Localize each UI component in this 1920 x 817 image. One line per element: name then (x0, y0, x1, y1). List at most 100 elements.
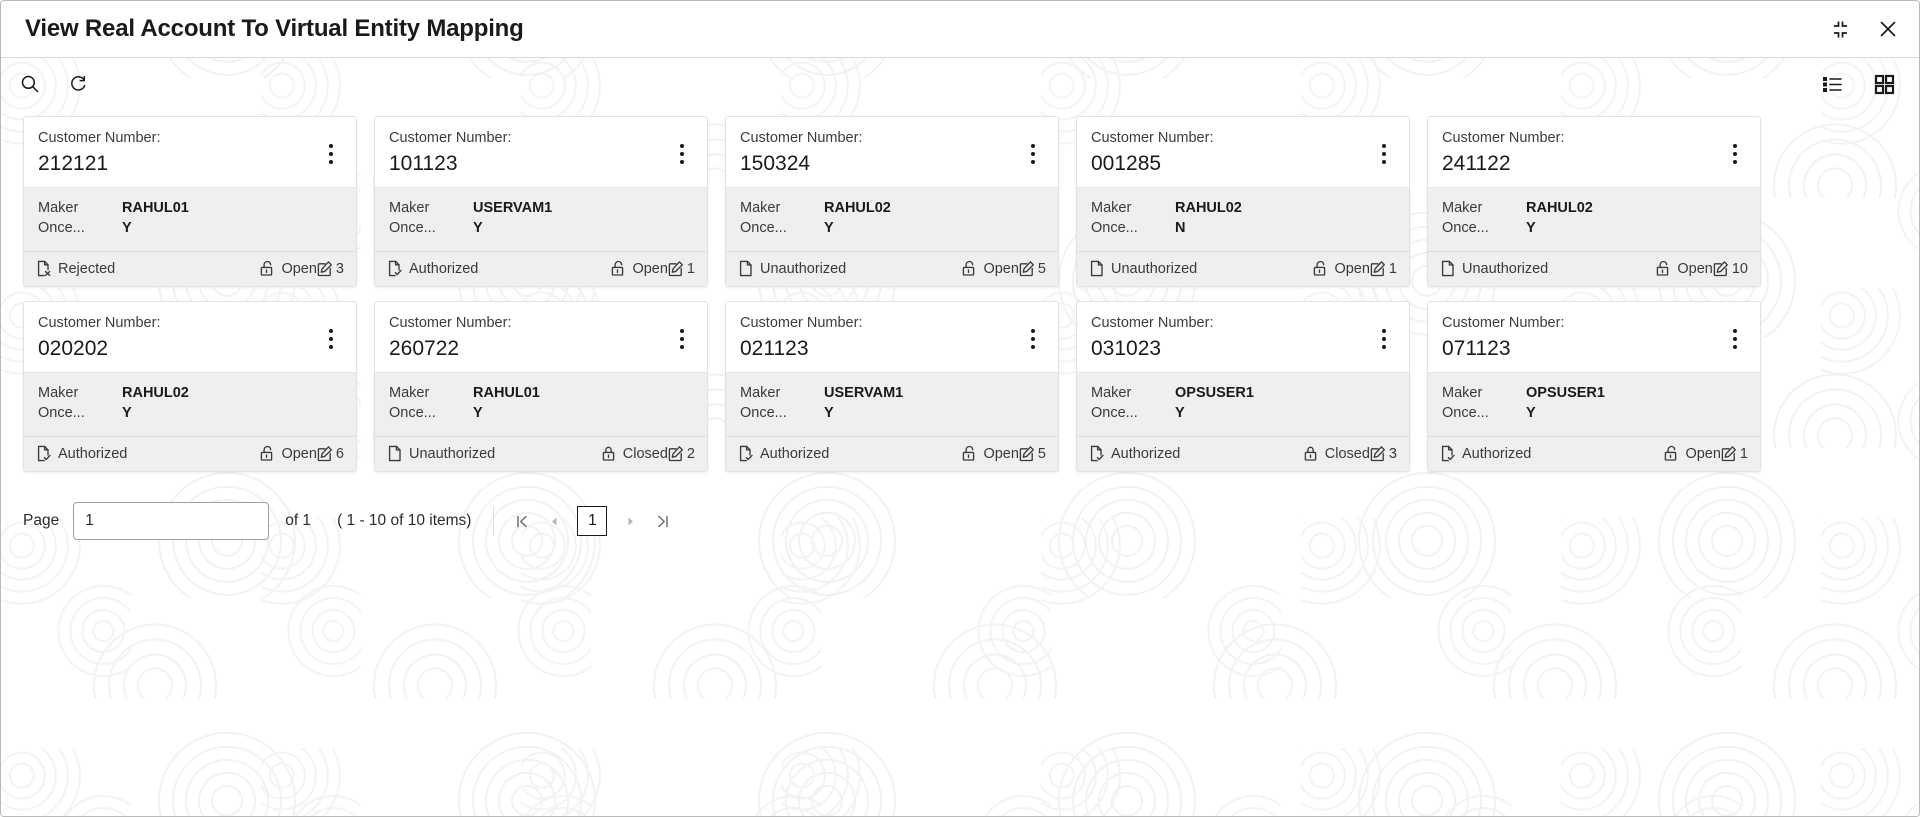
once-row: Once...Y (740, 218, 1044, 239)
maker-row: MakerUSERVAM1 (740, 383, 1044, 404)
status-badge: Authorized (1440, 445, 1663, 462)
modification-count[interactable]: 1 (1721, 445, 1748, 462)
entity-mapping-card[interactable]: Customer Number:260722MakerRAHUL01Once..… (374, 301, 708, 472)
card-menu-button[interactable] (320, 139, 342, 169)
application-window: View Real Account To Virtual Entity Mapp… (0, 0, 1920, 817)
modification-count[interactable]: 3 (1370, 445, 1397, 462)
minimize-button[interactable] (1827, 16, 1853, 42)
edit-icon (1713, 260, 1729, 277)
entity-mapping-card[interactable]: Customer Number:101123MakerUSERVAM1Once.… (374, 116, 708, 287)
unlock-icon (259, 260, 275, 277)
list-view-button[interactable] (1817, 69, 1847, 99)
unlock-icon (961, 445, 977, 462)
entity-mapping-card[interactable]: Customer Number:241122MakerRAHUL02Once..… (1427, 116, 1761, 287)
card-menu-button[interactable] (320, 324, 342, 354)
edit-icon (668, 260, 684, 277)
previous-page-button[interactable] (540, 506, 568, 536)
lock-badge: Open (610, 260, 667, 277)
card-header-text: Customer Number:031023 (1091, 314, 1373, 362)
count-text: 1 (1740, 446, 1748, 462)
card-header-text: Customer Number:071123 (1442, 314, 1724, 362)
once-label: Once... (1091, 218, 1175, 239)
edit-icon (1721, 445, 1737, 462)
search-button[interactable] (15, 69, 45, 99)
card-menu-button[interactable] (671, 324, 693, 354)
unlock-icon (610, 260, 626, 277)
status-text: Authorized (409, 261, 478, 277)
last-page-button[interactable] (648, 506, 676, 536)
document-icon (738, 260, 754, 277)
document-icon (1440, 260, 1456, 277)
total-pages-text: of 1 (285, 512, 311, 530)
lock-badge: Open (961, 260, 1018, 277)
card-body: MakerOPSUSER1Once...Y (1077, 372, 1409, 436)
card-header: Customer Number:260722 (375, 302, 707, 372)
lock-badge: Open (259, 260, 316, 277)
kebab-dot (1382, 345, 1386, 349)
customer-number-label: Customer Number: (38, 314, 320, 334)
entity-mapping-card[interactable]: Customer Number:212121MakerRAHUL01Once..… (23, 116, 357, 287)
customer-number-value: 071123 (1442, 335, 1724, 362)
card-menu-button[interactable] (1022, 139, 1044, 169)
card-menu-button[interactable] (1724, 324, 1746, 354)
once-label: Once... (389, 403, 473, 424)
lock-badge: Closed (1303, 445, 1370, 462)
item-range-text: ( 1 - 10 of 10 items) (337, 512, 471, 530)
toolbar-left-group (15, 69, 93, 99)
maker-label: Maker (1442, 383, 1526, 404)
close-button[interactable] (1875, 16, 1901, 42)
modification-count[interactable]: 1 (668, 260, 695, 277)
kebab-dot (1031, 329, 1035, 333)
card-footer: RejectedOpen3 (24, 251, 356, 286)
modification-count[interactable]: 5 (1019, 260, 1046, 277)
status-text: Unauthorized (409, 446, 495, 462)
once-value: Y (1526, 218, 1536, 239)
customer-number-value: 212121 (38, 150, 320, 177)
entity-mapping-card[interactable]: Customer Number:020202MakerRAHUL02Once..… (23, 301, 357, 472)
page-1-button[interactable]: 1 (577, 506, 607, 536)
card-menu-button[interactable] (1724, 139, 1746, 169)
entity-mapping-card[interactable]: Customer Number:001285MakerRAHUL02Once..… (1076, 116, 1410, 287)
count-text: 3 (1389, 446, 1397, 462)
customer-number-label: Customer Number: (1442, 129, 1724, 149)
customer-number-value: 020202 (38, 335, 320, 362)
entity-mapping-card[interactable]: Customer Number:150324MakerRAHUL02Once..… (725, 116, 1059, 287)
card-menu-button[interactable] (1373, 139, 1395, 169)
card-menu-button[interactable] (1373, 324, 1395, 354)
customer-number-label: Customer Number: (1091, 129, 1373, 149)
title-bar: View Real Account To Virtual Entity Mapp… (1, 1, 1919, 58)
page-label: Page (23, 512, 59, 530)
entity-mapping-card[interactable]: Customer Number:071123 MakerOPSUSER1Once.… (1427, 301, 1761, 472)
count-text: 2 (687, 446, 695, 462)
status-badge: Rejected (36, 260, 259, 277)
once-value: N (1175, 218, 1185, 239)
card-header-text: Customer Number:020202 (38, 314, 320, 362)
once-label: Once... (740, 403, 824, 424)
edit-icon (1019, 260, 1035, 277)
card-menu-button[interactable] (1022, 324, 1044, 354)
card-header-text: Customer Number:150324 (740, 129, 1022, 177)
grid-view-button[interactable] (1869, 69, 1899, 99)
modification-count[interactable]: 10 (1713, 260, 1748, 277)
refresh-button[interactable] (63, 69, 93, 99)
modification-count[interactable]: 3 (317, 260, 344, 277)
entity-mapping-card[interactable]: Customer Number:021123MakerUSERVAM1Once.… (725, 301, 1059, 472)
modification-count[interactable]: 6 (317, 445, 344, 462)
kebab-dot (1031, 152, 1035, 156)
modification-count[interactable]: 5 (1019, 445, 1046, 462)
modification-count[interactable]: 2 (668, 445, 695, 462)
card-body: MakerOPSUSER1Once...Y (1428, 372, 1760, 436)
count-text: 5 (1038, 261, 1046, 277)
maker-value: RAHUL02 (1526, 198, 1593, 219)
page-number-input[interactable] (73, 502, 269, 540)
lock-text: Open (983, 261, 1018, 277)
card-menu-button[interactable] (671, 139, 693, 169)
card-header-text: Customer Number:101123 (389, 129, 671, 177)
maker-label: Maker (38, 383, 122, 404)
modification-count[interactable]: 1 (1370, 260, 1397, 277)
first-page-button[interactable] (508, 506, 536, 536)
once-row: Once...Y (1091, 403, 1395, 424)
entity-mapping-card[interactable]: Customer Number:031023 MakerOPSUSER1Once.… (1076, 301, 1410, 472)
next-page-button[interactable] (616, 506, 644, 536)
lock-icon (601, 445, 617, 462)
